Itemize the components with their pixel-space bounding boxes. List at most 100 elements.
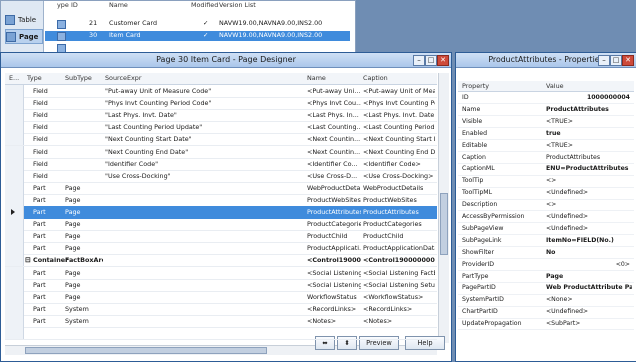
property-row[interactable]: PartType Page [458, 272, 634, 283]
property-value[interactable]: <Undefined> [546, 212, 632, 222]
row-selector[interactable] [5, 254, 24, 267]
property-value[interactable]: ENU=ProductAttributes [546, 164, 632, 174]
property-value[interactable]: <SubPart> [546, 319, 632, 329]
row-selector[interactable] [5, 169, 24, 182]
property-value[interactable]: ProductAttributes [546, 153, 632, 163]
scrollbar-thumb[interactable] [25, 347, 267, 354]
column-header-modified[interactable]: Modified [191, 1, 218, 12]
table-row[interactable]: Field "Next Counting Start Date" <Next Cou… [5, 133, 437, 147]
row-selector[interactable] [5, 302, 24, 315]
property-row[interactable]: ShowFilter No [458, 248, 634, 260]
property-value[interactable]: 1000000004 [544, 93, 630, 103]
property-row[interactable]: UpdatePropagation <SubPart> [458, 319, 634, 331]
table-row[interactable]: Part Page ProductApplicati... ProductApplic… [5, 242, 437, 256]
property-row[interactable]: AccessByPermission <Undefined> [458, 212, 634, 224]
table-row[interactable]: Part System <RecordLinks> <RecordLinks> [5, 302, 437, 316]
table-row[interactable]: Field "Last Counting Period Update" <Last … [5, 121, 437, 135]
table-row[interactable] [5, 327, 437, 340]
column-header-expand[interactable]: E... [9, 73, 19, 84]
table-row[interactable]: Field "Identifier Code" <Identifier Co... <… [5, 157, 437, 171]
table-row[interactable]: Part System <Notes> <Notes> [5, 314, 437, 328]
property-value[interactable]: ProductAttributes [546, 105, 632, 115]
property-row[interactable]: Editable <TRUE> [458, 141, 634, 152]
window-titlebar[interactable]: ProductAttributes - Properties – □ ✕ [456, 53, 636, 68]
property-value[interactable]: No [546, 248, 632, 258]
table-row[interactable]: PartPage<Social Listening...<Social List… [5, 266, 437, 280]
property-value[interactable]: <Undefined> [546, 224, 632, 234]
scrollbar-thumb[interactable] [440, 193, 448, 255]
property-row[interactable]: ProviderID <0> [458, 260, 634, 271]
property-row[interactable]: ID 1000000004 [458, 93, 634, 105]
property-row[interactable]: Visible <TRUE> [458, 117, 634, 129]
property-row[interactable]: PagePartID Web ProductAttribute Page [458, 283, 634, 295]
property-row[interactable]: ChartPartID <Undefined> [458, 307, 634, 319]
property-row[interactable]: SubPageView <Undefined> [458, 224, 634, 236]
column-header-sourceexpr[interactable]: SourceExpr [105, 73, 141, 84]
collapse-icon[interactable]: ⊟ [25, 254, 31, 266]
column-header-id[interactable]: ID [71, 1, 78, 12]
property-value[interactable]: <> [546, 200, 632, 210]
property-row[interactable]: CaptionML ENU=ProductAttributes [458, 164, 634, 176]
nav-item-table[interactable]: Table [5, 13, 41, 26]
row-selector[interactable] [5, 206, 24, 218]
row-selector[interactable] [5, 109, 24, 122]
column-header-version[interactable]: Version List [219, 1, 256, 12]
property-row[interactable]: SubPageLink ItemNo=FIELD(No.) [458, 236, 634, 248]
table-row[interactable]: Field "Put-away Unit of Measure Code" <Put… [5, 85, 437, 98]
row-selector[interactable] [5, 145, 24, 158]
table-row[interactable]: 30 Item Card ✓ NAVW19.00,NAVNA9.00,INS2.… [45, 31, 350, 41]
property-value[interactable]: ItemNo=FIELD(No.) [546, 236, 632, 246]
close-button[interactable]: ✕ [437, 55, 449, 66]
nav-item-page[interactable]: Page [5, 29, 43, 44]
row-selector[interactable] [5, 327, 24, 339]
window-titlebar[interactable]: Page 30 Item Card - Page Designer – □ ✕ [1, 53, 451, 68]
property-row[interactable]: Enabled true [458, 129, 634, 141]
row-selector[interactable] [5, 121, 24, 134]
property-value[interactable]: <None> [546, 295, 632, 305]
minimize-button[interactable]: – [413, 55, 425, 66]
property-value[interactable]: <0> [544, 260, 630, 270]
row-selector[interactable] [5, 133, 24, 146]
column-header-subtype[interactable]: SubType [65, 73, 92, 84]
property-value[interactable]: Page [546, 272, 632, 282]
table-row[interactable]: Part Page ProductChild ProductChild [5, 230, 437, 244]
table-row[interactable]: Field "Next Counting End Date" <Next Count… [5, 145, 437, 159]
maximize-button[interactable]: □ [425, 55, 437, 66]
table-row[interactable]: Field "Use Cross-Docking" <Use Cross-D... <… [5, 169, 437, 183]
property-row[interactable]: Description <> [458, 200, 634, 212]
property-row[interactable]: ToolTip <> [458, 176, 634, 188]
property-value[interactable]: <TRUE> [546, 141, 632, 151]
property-value[interactable]: <Undefined> [546, 188, 632, 198]
row-selector[interactable] [5, 85, 24, 97]
property-value[interactable]: Web ProductAttribute Page [546, 283, 632, 293]
row-selector[interactable] [5, 266, 24, 279]
property-value[interactable]: <Undefined> [546, 307, 632, 317]
table-row[interactable]: Part Page ProductCategories ProductCategori… [5, 218, 437, 232]
property-row[interactable]: ToolTipML <Undefined> [458, 188, 634, 200]
table-row[interactable]: Field "Last Phys. Invt. Date" <Last Phys. … [5, 109, 437, 123]
row-selector[interactable] [5, 314, 24, 327]
row-selector[interactable] [5, 278, 24, 291]
close-button[interactable]: ✕ [622, 55, 634, 66]
table-row[interactable]: Part Page WorkflowStatus <WorkflowStatus> [5, 290, 437, 304]
maximize-button[interactable]: □ [610, 55, 622, 66]
column-header-name[interactable]: Name [109, 1, 128, 12]
column-header-name[interactable]: Name [307, 73, 326, 84]
table-row[interactable]: PartPageWebProductDetailsWebProductDetai… [5, 181, 437, 195]
property-row[interactable]: SystemPartID <None> [458, 295, 634, 307]
property-value[interactable]: <TRUE> [546, 117, 632, 127]
row-selector[interactable] [5, 290, 24, 303]
table-row[interactable]: PartPage<Social Listening...<Social List… [5, 278, 437, 292]
column-header-type[interactable]: ype [57, 1, 69, 12]
table-row[interactable]: ⊟ContainerFactBoxArea<Control190000...<C… [5, 254, 437, 268]
table-row[interactable]: Field "Phys Invt Counting Period Code" <Ph… [5, 97, 437, 111]
property-row[interactable]: Name ProductAttributes [458, 105, 634, 117]
vertical-scrollbar[interactable] [438, 73, 449, 343]
row-selector[interactable] [5, 218, 24, 231]
property-row[interactable]: Caption ProductAttributes [458, 153, 634, 164]
property-value[interactable]: true [546, 129, 632, 139]
table-row[interactable]: Part Page ProductWebSites ProductWebSites [5, 193, 437, 207]
row-selector[interactable] [5, 97, 24, 110]
table-row[interactable]: Part Page ProductAttributes ProductAttribut… [5, 206, 437, 219]
row-selector[interactable] [5, 230, 24, 243]
